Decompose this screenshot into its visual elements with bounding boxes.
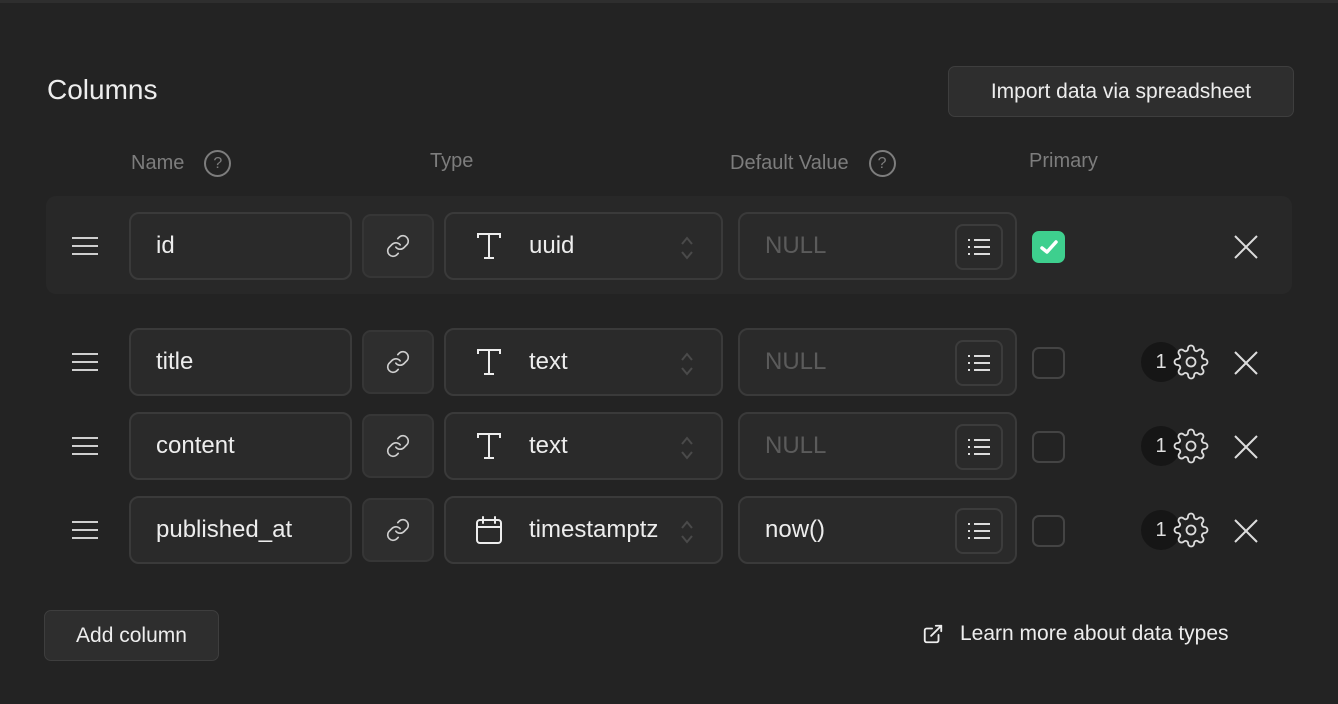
header-name: Name ? <box>131 150 232 177</box>
default-value-suggestions-button[interactable] <box>955 224 1003 270</box>
drag-handle-icon[interactable] <box>72 437 98 455</box>
learn-more-label: Learn more about data types <box>960 622 1229 645</box>
column-row: title text NULL 1 <box>0 328 1338 396</box>
list-icon <box>967 521 991 541</box>
calendar-icon <box>474 515 504 545</box>
column-type-label: timestamptz <box>529 516 659 543</box>
column-type-select[interactable]: timestamptz <box>444 496 723 564</box>
link-icon <box>385 233 411 259</box>
check-icon <box>1039 239 1058 255</box>
default-value-placeholder: NULL <box>765 232 827 259</box>
header-type-label: Type <box>430 150 474 172</box>
column-type-select[interactable]: text <box>444 412 723 480</box>
remove-column-button[interactable] <box>1233 518 1259 544</box>
drag-handle-icon[interactable] <box>72 353 98 371</box>
column-type-label: text <box>529 432 568 459</box>
remove-column-button[interactable] <box>1233 234 1259 260</box>
default-value-placeholder: NULL <box>765 432 827 459</box>
primary-key-checkbox[interactable] <box>1032 515 1065 547</box>
default-value-suggestions-button[interactable] <box>955 508 1003 554</box>
gear-icon[interactable] <box>1173 512 1209 553</box>
close-icon <box>1233 234 1259 260</box>
name-help-icon[interactable]: ? <box>204 150 232 177</box>
link-icon <box>385 517 411 543</box>
remove-column-button[interactable] <box>1233 350 1259 376</box>
chevron-up-down-icon <box>680 518 694 553</box>
close-icon <box>1233 350 1259 376</box>
column-type-label: text <box>529 348 568 375</box>
column-name-input[interactable]: title <box>129 328 352 396</box>
external-link-icon <box>923 624 943 644</box>
close-icon <box>1233 518 1259 544</box>
list-icon <box>967 437 991 457</box>
header-default-label: Default Value <box>730 152 849 174</box>
list-icon <box>967 237 991 257</box>
chevron-up-down-icon <box>680 434 694 469</box>
text-type-icon <box>474 348 504 376</box>
default-value-input[interactable]: NULL <box>738 212 1017 280</box>
column-row: content text NULL 1 <box>0 412 1338 480</box>
text-type-icon <box>474 432 504 460</box>
default-value-help-icon[interactable]: ? <box>868 150 896 177</box>
text-type-icon <box>474 232 504 260</box>
link-icon <box>385 433 411 459</box>
header-primary: Primary <box>1029 150 1098 173</box>
column-name-input[interactable]: content <box>129 412 352 480</box>
column-type-select[interactable]: text <box>444 328 723 396</box>
column-name-input[interactable]: published_at <box>129 496 352 564</box>
import-spreadsheet-button[interactable]: Import data via spreadsheet <box>948 66 1294 117</box>
list-icon <box>967 353 991 373</box>
foreign-key-button[interactable] <box>362 214 434 278</box>
column-type-select[interactable]: uuid <box>444 212 723 280</box>
default-value-suggestions-button[interactable] <box>955 424 1003 470</box>
gear-icon[interactable] <box>1173 428 1209 469</box>
chevron-up-down-icon <box>680 234 694 269</box>
default-value-input[interactable]: NULL <box>738 328 1017 396</box>
header-default-value: Default Value ? <box>730 150 896 177</box>
gear-icon[interactable] <box>1173 344 1209 385</box>
header-type: Type <box>430 150 473 173</box>
column-row: id uuid NULL <box>0 212 1338 280</box>
add-column-button[interactable]: Add column <box>44 610 219 661</box>
default-value-input[interactable]: now() <box>738 496 1017 564</box>
drag-handle-icon[interactable] <box>72 237 98 255</box>
default-value-suggestions-button[interactable] <box>955 340 1003 386</box>
column-name-input[interactable]: id <box>129 212 352 280</box>
header-name-label: Name <box>131 152 185 174</box>
foreign-key-button[interactable] <box>362 330 434 394</box>
link-icon <box>385 349 411 375</box>
chevron-up-down-icon <box>680 350 694 385</box>
foreign-key-button[interactable] <box>362 414 434 478</box>
header-primary-label: Primary <box>1029 150 1098 172</box>
section-title: Columns <box>47 74 158 105</box>
learn-more-link[interactable]: Learn more about data types <box>922 622 1229 646</box>
column-row: published_at timestamptz now() 1 <box>0 496 1338 564</box>
primary-key-checkbox[interactable] <box>1032 431 1065 463</box>
foreign-key-button[interactable] <box>362 498 434 562</box>
column-type-label: uuid <box>529 232 575 259</box>
primary-key-checkbox[interactable] <box>1032 231 1065 263</box>
default-value-text: now() <box>765 516 826 543</box>
drag-handle-icon[interactable] <box>72 521 98 539</box>
default-value-placeholder: NULL <box>765 348 827 375</box>
default-value-input[interactable]: NULL <box>738 412 1017 480</box>
primary-key-checkbox[interactable] <box>1032 347 1065 379</box>
close-icon <box>1233 434 1259 460</box>
remove-column-button[interactable] <box>1233 434 1259 460</box>
top-divider <box>0 0 1338 3</box>
